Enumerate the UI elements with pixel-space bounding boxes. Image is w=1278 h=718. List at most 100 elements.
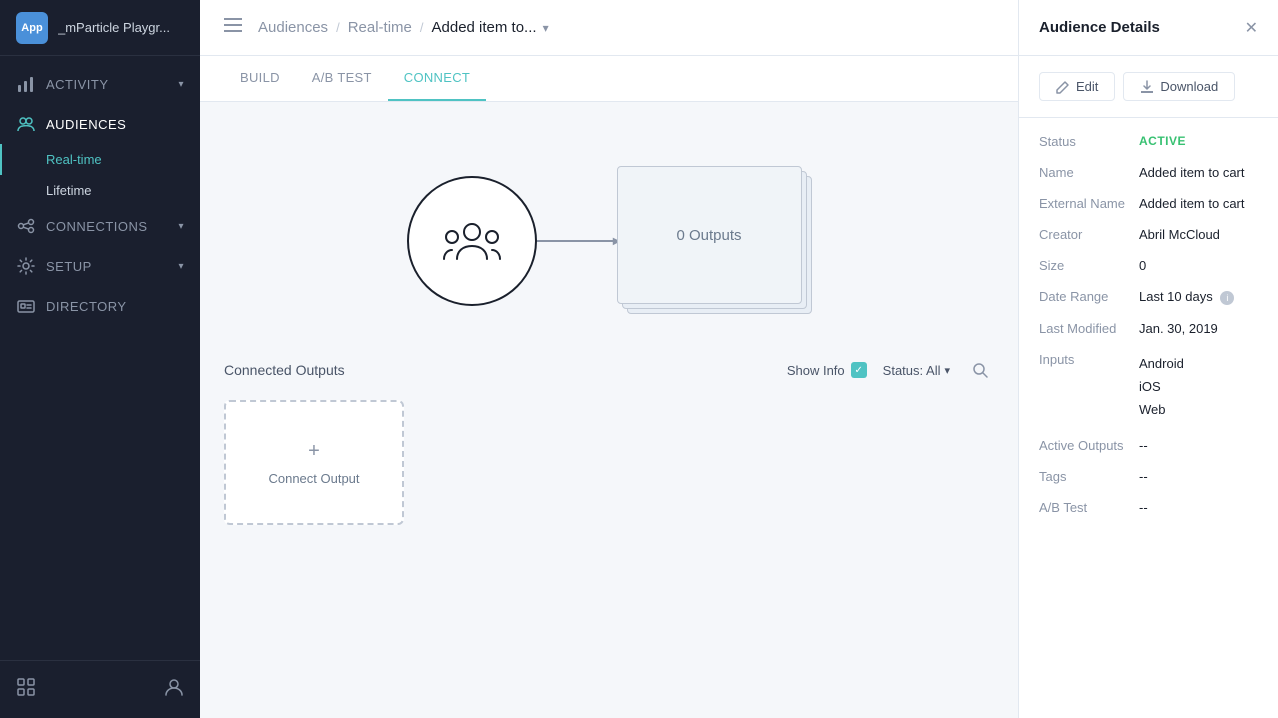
detail-value-date-range: Last 10 days i (1139, 289, 1258, 305)
user-icon[interactable] (164, 677, 184, 702)
show-info-checkmark: ✓ (851, 362, 867, 378)
close-button[interactable]: ✕ (1245, 18, 1258, 38)
breadcrumb-sep-1: / (336, 20, 340, 35)
sidebar-nav: ACTIVITY ▾ AUDIENCES Real-time Lifetime (0, 56, 200, 660)
content-area: 0 Outputs Connected Outputs Show Info ✓ … (200, 102, 1018, 718)
panel-header: Audience Details ✕ (1019, 0, 1278, 56)
plus-icon: + (308, 440, 320, 463)
detail-label-tags: Tags (1039, 469, 1139, 484)
date-range-info-icon[interactable]: i (1220, 291, 1234, 305)
connected-outputs-title: Connected Outputs (224, 362, 345, 378)
download-icon (1140, 80, 1154, 94)
right-panel: Audience Details ✕ Edit Download Status … (1018, 0, 1278, 718)
sidebar: App _mParticle Playgr... ACTIVITY ▾ (0, 0, 200, 718)
detail-label-last-modified: Last Modified (1039, 321, 1139, 336)
detail-label-size: Size (1039, 258, 1139, 273)
show-info-toggle[interactable]: Show Info ✓ (787, 362, 867, 378)
grid-icon[interactable] (16, 677, 36, 702)
breadcrumb-sep-2: / (420, 20, 424, 35)
chart-icon (16, 74, 36, 94)
audience-group-icon (442, 219, 502, 264)
audience-circle (407, 176, 537, 306)
directory-icon (16, 296, 36, 316)
chevron-connections-icon: ▾ (178, 221, 184, 232)
tab-bar: BUILD A/B TEST CONNECT (200, 56, 1018, 102)
detail-label-name: Name (1039, 165, 1139, 180)
setup-icon (16, 256, 36, 276)
detail-label-inputs: Inputs (1039, 352, 1139, 422)
outputs-count-label: 0 Outputs (676, 227, 741, 244)
connection-icon (16, 216, 36, 236)
detail-value-active-outputs: -- (1139, 438, 1258, 453)
sidebar-item-activity-label: ACTIVITY (46, 77, 109, 92)
chevron-down-icon: ▾ (178, 79, 184, 90)
sidebar-item-audiences[interactable]: AUDIENCES (0, 104, 200, 144)
breadcrumb-realtime[interactable]: Real-time (348, 19, 412, 36)
detail-value-name: Added item to cart (1139, 165, 1258, 180)
search-button[interactable] (966, 356, 994, 384)
sidebar-item-activity[interactable]: ACTIVITY ▾ (0, 64, 200, 104)
edit-icon (1056, 80, 1070, 94)
tab-ab-test[interactable]: A/B TEST (296, 56, 388, 101)
sidebar-header: App _mParticle Playgr... (0, 0, 200, 56)
panel-details: Status ACTIVE Name Added item to cart Ex… (1019, 118, 1278, 547)
detail-label-external-name: External Name (1039, 196, 1139, 211)
detail-value-ab-test: -- (1139, 500, 1258, 515)
sidebar-sub-item-realtime[interactable]: Real-time (0, 144, 200, 175)
sidebar-item-audiences-label: AUDIENCES (46, 117, 126, 132)
sidebar-item-directory-label: DIRECTORY (46, 299, 127, 314)
outputs-box-main: 0 Outputs (617, 166, 802, 304)
arrow-line (537, 240, 617, 242)
breadcrumb-current-label: Added item to... (432, 19, 537, 36)
status-label: Status: All (883, 363, 941, 378)
sidebar-sub-item-lifetime[interactable]: Lifetime (0, 175, 200, 206)
detail-row-date-range: Date Range Last 10 days i (1039, 289, 1258, 305)
main-content: Audiences / Real-time / Added item to...… (200, 0, 1018, 718)
detail-label-date-range: Date Range (1039, 289, 1139, 305)
connect-output-card[interactable]: + Connect Output (224, 400, 404, 525)
detail-label-creator: Creator (1039, 227, 1139, 242)
app-icon: App (16, 12, 48, 44)
breadcrumb: Audiences / Real-time / Added item to...… (258, 19, 549, 36)
sidebar-item-connections[interactable]: CONNECTIONS ▾ (0, 206, 200, 246)
tab-connect[interactable]: CONNECT (388, 56, 486, 101)
connected-outputs-controls: Show Info ✓ Status: All ▾ (787, 356, 994, 384)
sidebar-item-directory[interactable]: DIRECTORY (0, 286, 200, 326)
sidebar-item-connections-label: CONNECTIONS (46, 219, 148, 234)
detail-label-ab-test: A/B Test (1039, 500, 1139, 515)
app-name: _mParticle Playgr... (58, 20, 170, 35)
sidebar-item-setup-label: SETUP (46, 259, 92, 274)
detail-value-creator: Abril McCloud (1139, 227, 1258, 242)
detail-row-size: Size 0 (1039, 258, 1258, 273)
breadcrumb-current[interactable]: Added item to... ▾ (432, 19, 549, 36)
detail-label-status: Status (1039, 134, 1139, 149)
status-chevron-icon: ▾ (944, 364, 950, 377)
detail-value-external-name: Added item to cart (1139, 196, 1258, 211)
download-button[interactable]: Download (1123, 72, 1235, 101)
detail-row-active-outputs: Active Outputs -- (1039, 438, 1258, 453)
tab-build[interactable]: BUILD (224, 56, 296, 101)
connected-outputs-header: Connected Outputs Show Info ✓ Status: Al… (224, 356, 994, 384)
detail-value-status: ACTIVE (1139, 134, 1258, 149)
edit-button[interactable]: Edit (1039, 72, 1115, 101)
status-dropdown[interactable]: Status: All ▾ (883, 363, 950, 378)
chevron-setup-icon: ▾ (178, 261, 184, 272)
connect-output-label: Connect Output (268, 471, 359, 486)
sidebar-item-setup[interactable]: SETUP ▾ (0, 246, 200, 286)
outputs-box-wrapper: 0 Outputs (617, 166, 812, 316)
detail-value-tags: -- (1139, 469, 1258, 484)
detail-row-external-name: External Name Added item to cart (1039, 196, 1258, 211)
breadcrumb-audiences[interactable]: Audiences (258, 19, 328, 36)
detail-row-name: Name Added item to cart (1039, 165, 1258, 180)
detail-row-tags: Tags -- (1039, 469, 1258, 484)
audience-nav-icon (16, 114, 36, 134)
panel-title: Audience Details (1039, 19, 1160, 36)
detail-row-inputs: Inputs AndroidiOSWeb (1039, 352, 1258, 422)
show-info-label: Show Info (787, 363, 845, 378)
detail-value-size: 0 (1139, 258, 1258, 273)
detail-row-status: Status ACTIVE (1039, 134, 1258, 149)
menu-icon[interactable] (224, 18, 242, 37)
topbar: Audiences / Real-time / Added item to...… (200, 0, 1018, 56)
detail-label-active-outputs: Active Outputs (1039, 438, 1139, 453)
sidebar-footer (0, 660, 200, 718)
